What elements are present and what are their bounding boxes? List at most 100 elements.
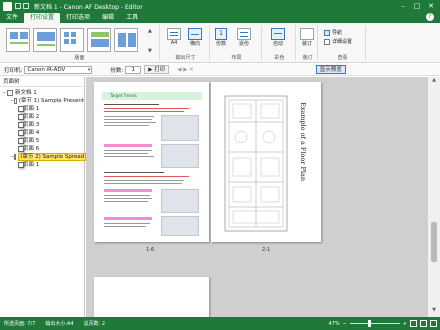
minimize-button[interactable]: – bbox=[396, 0, 410, 12]
tree-item-page[interactable]: 页面 1 bbox=[0, 161, 84, 169]
preview-page-1[interactable]: Target Trends bbox=[94, 82, 209, 242]
quick-undo-icon[interactable] bbox=[23, 3, 29, 9]
floor-plan-title: Example of a Floor Plan bbox=[299, 102, 307, 182]
page-tree-header: 页面树 bbox=[0, 77, 84, 87]
tab-tools[interactable]: 工具 bbox=[120, 13, 144, 23]
status-bar: 所选页面: 7/7 输出大小:A4 总页数: 2 47% − + bbox=[0, 317, 440, 330]
color-icon bbox=[271, 28, 285, 40]
quick-save-icon[interactable] bbox=[15, 3, 21, 9]
menu-bar: 文件 打印设置 打印选项 编辑 工具 ? bbox=[0, 12, 440, 23]
layout-option-1[interactable] bbox=[6, 28, 30, 52]
tree-item-page[interactable]: 页面 4 bbox=[0, 129, 84, 137]
tab-print-settings[interactable]: 打印设置 bbox=[24, 13, 61, 23]
page-icon bbox=[18, 146, 24, 152]
page-icon bbox=[18, 138, 24, 144]
printer-bar: 打印机: Canon iR-ADV ▾ 份数: 1 ▶ 打印 ◀ ▶ ✕ 显示预… bbox=[0, 64, 440, 76]
layout-option-5[interactable] bbox=[114, 28, 138, 52]
tree-item-label: (章节 1) Sample Present bbox=[18, 98, 84, 104]
ribbon-group-layout2: 1 份数 逐份 布局 bbox=[212, 25, 262, 61]
orientation-icon bbox=[188, 28, 202, 40]
detail-settings-toggle[interactable]: 详细设置 bbox=[324, 38, 352, 45]
detail-icon bbox=[324, 38, 330, 45]
layout-option-2[interactable] bbox=[33, 28, 57, 52]
document-icon bbox=[7, 90, 13, 96]
page-icon bbox=[18, 114, 24, 120]
scroll-down-icon[interactable]: ▼ bbox=[428, 307, 440, 317]
ribbon-group-output-size: A4 横向 输出尺寸 bbox=[162, 25, 210, 61]
finish-button[interactable]: 装订 bbox=[300, 28, 314, 47]
preview-area: Target Trends Example of a Floor Plan 1-… bbox=[86, 77, 427, 317]
collate-icon bbox=[237, 28, 251, 40]
page-tree-pane: 页面树 − 新文档 1− (章节 1) Sample Present 页面 1 页面 2… bbox=[0, 77, 87, 317]
page1-heading: Target Trends bbox=[102, 92, 202, 100]
layout-gallery-scroll[interactable]: ▲ ▼ bbox=[148, 28, 154, 54]
copies-input[interactable]: 1 bbox=[125, 65, 142, 74]
paper-size-button[interactable]: A4 bbox=[167, 28, 181, 46]
tree-item-label: 页面 2 bbox=[23, 114, 40, 120]
tree-item-section[interactable]: − (章节 2) Sample Spread bbox=[0, 153, 87, 161]
maximize-button[interactable]: □ bbox=[410, 0, 424, 12]
print-button[interactable]: ▶ 打印 bbox=[144, 65, 170, 74]
tree-item-label: 页面 1 bbox=[23, 106, 40, 112]
tab-file[interactable]: 文件 bbox=[0, 13, 24, 23]
color-mode-button[interactable]: 自动 bbox=[271, 28, 285, 47]
tree-item-label: 页面 4 bbox=[23, 130, 40, 136]
page-icon bbox=[18, 122, 24, 128]
preview-page-2[interactable]: Example of a Floor Plan bbox=[211, 82, 321, 242]
tree-item-page[interactable]: 页面 5 bbox=[0, 137, 84, 145]
tab-print-options[interactable]: 打印选项 bbox=[60, 13, 96, 23]
tab-edit[interactable]: 编辑 bbox=[96, 13, 120, 23]
layout-option-3[interactable] bbox=[60, 28, 84, 52]
help-icon[interactable]: ? bbox=[426, 13, 434, 21]
zoom-out-button[interactable]: − bbox=[343, 321, 347, 327]
layout-option-4[interactable] bbox=[87, 28, 111, 52]
close-button[interactable]: ✕ bbox=[424, 0, 438, 12]
nav-toggle[interactable]: 导航 bbox=[324, 29, 342, 36]
printer-select[interactable]: Canon iR-ADV ▾ bbox=[24, 65, 93, 74]
tree-item-section[interactable]: − 新文档 1 bbox=[0, 89, 84, 97]
page1-photo-1 bbox=[161, 115, 199, 141]
fit-page-icon[interactable] bbox=[410, 320, 417, 327]
page-icon bbox=[18, 130, 24, 136]
tree-item-page[interactable]: 页面 2 bbox=[0, 113, 84, 121]
zoom-slider[interactable] bbox=[349, 320, 400, 327]
tree-item-page[interactable]: 页面 3 bbox=[0, 121, 84, 129]
zoom-slider-knob[interactable] bbox=[367, 320, 371, 327]
preview-scrollbar[interactable]: ▲ ▼ bbox=[427, 77, 440, 317]
scroll-thumb[interactable] bbox=[431, 222, 437, 262]
page1-photo-3 bbox=[161, 189, 199, 213]
ribbon-group-label: 版面 bbox=[74, 55, 85, 61]
orientation-button[interactable]: 横向 bbox=[188, 28, 202, 47]
tree-item-section[interactable]: − (章节 1) Sample Present bbox=[0, 97, 84, 105]
status-selected-page: 所选页面: 7/7 bbox=[4, 321, 36, 327]
fit-width-icon[interactable] bbox=[420, 320, 427, 327]
document-icon bbox=[14, 154, 17, 160]
page1-photo-2 bbox=[161, 144, 199, 168]
preview-toggle[interactable]: 显示预览 bbox=[315, 65, 346, 74]
page1-photo-4 bbox=[161, 216, 199, 236]
collate-button[interactable]: 逐份 bbox=[237, 28, 251, 47]
tree-item-label: 页面 5 bbox=[23, 138, 40, 144]
document-icon bbox=[14, 98, 17, 104]
preview-page-3[interactable] bbox=[94, 277, 209, 317]
ribbon-group-finish: 装订 装订 bbox=[298, 25, 318, 61]
paper-icon bbox=[167, 28, 181, 40]
title-bar: 新文档 1 - Canon AF Desktop - Editor – □ ✕ bbox=[0, 0, 440, 12]
tree-item-label: 新文档 1 bbox=[15, 90, 37, 96]
tree-item-label: 页面 6 bbox=[23, 146, 40, 152]
zoom-level: 47% bbox=[328, 320, 340, 327]
ribbon-group-view: 导航 详细设置 查看 bbox=[320, 25, 366, 61]
tree-item-page[interactable]: 页面 6 bbox=[0, 145, 84, 153]
zoom-in-button[interactable]: + bbox=[403, 321, 407, 327]
status-output-size: 输出大小:A4 bbox=[45, 321, 74, 327]
chevron-down-icon: ▾ bbox=[87, 66, 91, 73]
scroll-up-icon[interactable]: ▲ bbox=[428, 77, 440, 87]
two-page-icon[interactable] bbox=[430, 320, 437, 327]
tree-item-page[interactable]: 页面 1 bbox=[0, 105, 84, 113]
page-icon bbox=[18, 162, 24, 168]
page-tree: − 新文档 1− (章节 1) Sample Present 页面 1 页面 2 页面 3… bbox=[0, 87, 87, 169]
copies-control[interactable]: 1 份数 bbox=[215, 28, 227, 47]
ribbon-group-layout: ▲ ▼ 版面 bbox=[0, 25, 160, 61]
staple-icon bbox=[300, 28, 314, 40]
ribbon: ▲ ▼ 版面 A4 横向 输出尺寸 1 份数 逐份 布局 自动 彩色 装订 装订… bbox=[0, 23, 440, 63]
